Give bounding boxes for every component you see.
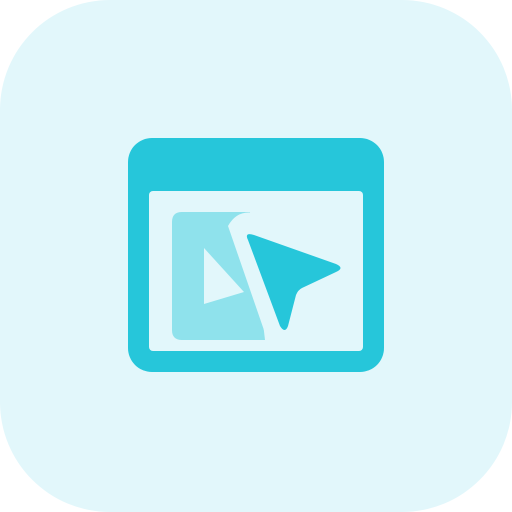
app-icon-tile xyxy=(0,0,512,512)
browser-cursor-click-icon xyxy=(0,0,512,512)
